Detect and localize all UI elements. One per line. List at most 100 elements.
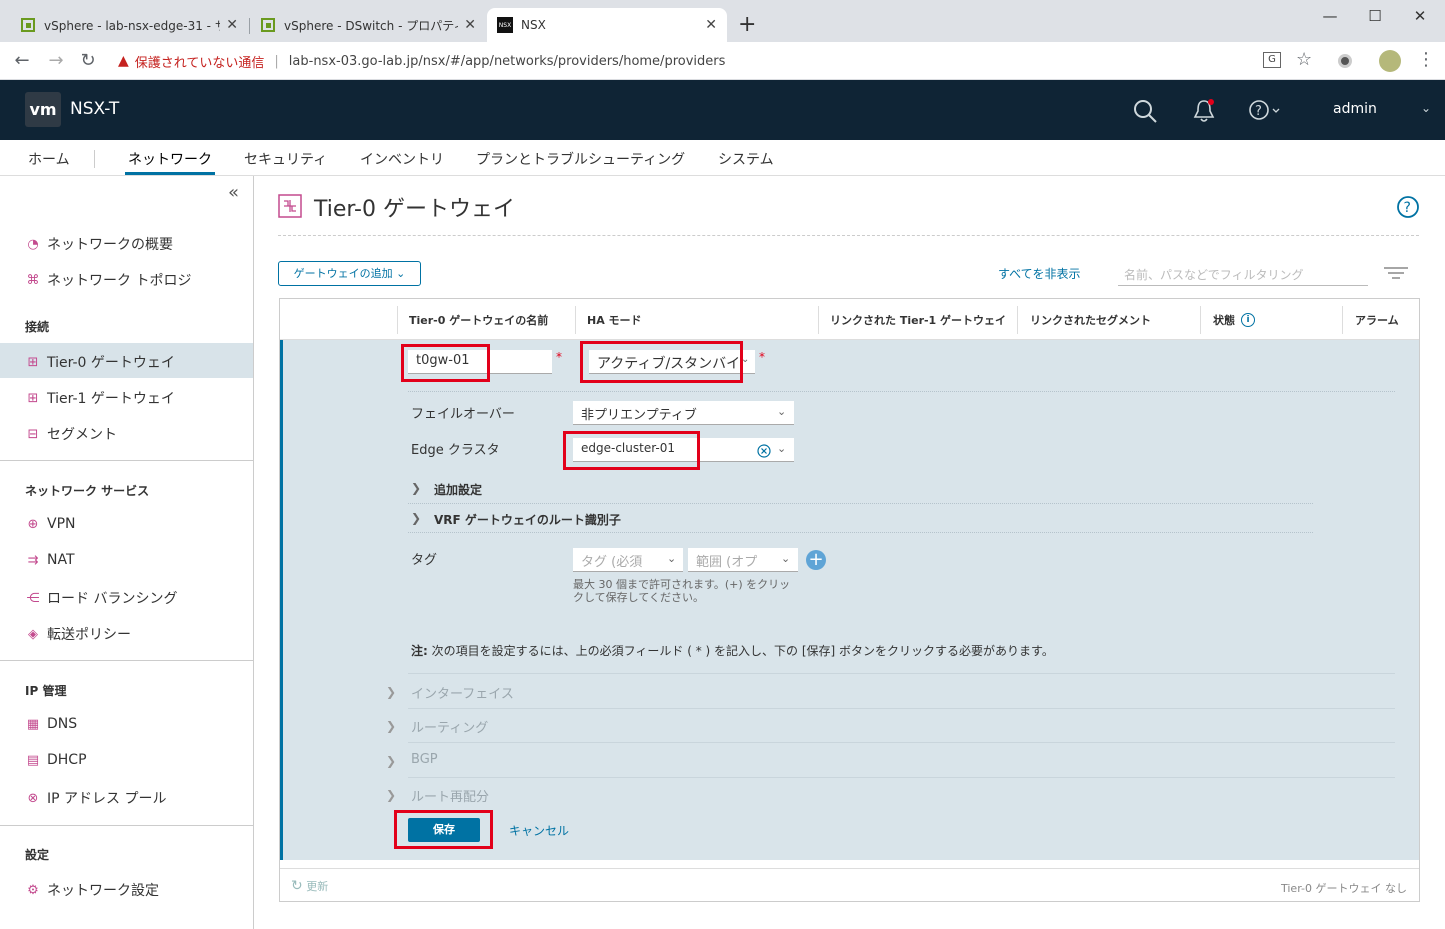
cancel-button[interactable]: キャンセル (509, 822, 569, 839)
column-header-linked-segments[interactable]: リンクされたセグメント (1030, 312, 1151, 328)
sidebar-item-topology[interactable]: ⌘ ネットワーク トポロジ (25, 270, 192, 290)
sidebar-item-dhcp[interactable]: ▤ DHCP (25, 752, 87, 768)
new-tab-button[interactable]: + (738, 12, 756, 37)
tab-system[interactable]: システム (718, 149, 774, 169)
column-header-alarms: アラーム (1355, 314, 1399, 327)
url-text[interactable]: lab-nsx-03.go-lab.jp/nsx/#/app/networks/… (289, 54, 726, 69)
back-icon[interactable]: ← (10, 50, 34, 71)
help-menu-icon[interactable]: ? (1249, 99, 1283, 125)
tab-home[interactable]: ホーム (28, 149, 70, 169)
browser-menu-icon[interactable]: ⋮ (1417, 49, 1435, 70)
sidebar-item-tier1[interactable]: ⊞ Tier-1 ゲートウェイ (25, 388, 175, 408)
sidebar-item-dns[interactable]: ▦ DNS (25, 716, 77, 732)
chevron-down-icon: ⌄ (781, 552, 791, 565)
vmware-logo: vm (25, 92, 61, 127)
sidebar-item-tier0[interactable]: ⊞ Tier-0 ゲートウェイ (25, 352, 175, 372)
sidebar-item-overview[interactable]: ◔ ネットワークの概要 (25, 234, 173, 254)
profile-avatar[interactable] (1379, 50, 1401, 72)
close-window-button[interactable]: ✕ (1400, 4, 1440, 30)
tab-networking[interactable]: ネットワーク (128, 149, 212, 169)
status-info-icon[interactable]: i (1241, 313, 1255, 327)
chevron-right-icon[interactable]: ❯ (411, 511, 421, 525)
chevron-down-icon: ⌄ (777, 405, 787, 418)
sidebar-section-settings: 設定 (25, 848, 50, 862)
row-divider (408, 673, 1395, 674)
column-header-linked-tier1[interactable]: リンクされた Tier-1 ゲートウェイ (830, 312, 1006, 328)
omnibox[interactable]: ▲ 保護されていない通信 | lab-nsx-03.go-lab.jp/nsx/… (108, 47, 1328, 75)
vrf-route-distinguisher-toggle[interactable]: VRF ゲートウェイのルート識別子 (434, 511, 621, 528)
active-tab-indicator (125, 172, 215, 175)
tab-close-icon[interactable]: ✕ (226, 17, 238, 33)
notification-bell-icon[interactable] (1192, 98, 1216, 128)
tab-close-icon[interactable]: ✕ (464, 17, 476, 33)
sidebar-item-ip-pools[interactable]: ⊗ IP アドレス プール (25, 788, 167, 808)
sidebar-item-nat[interactable]: ⇉ NAT (25, 552, 75, 568)
translate-icon[interactable]: G (1263, 52, 1281, 68)
add-gateway-button[interactable]: ゲートウェイの追加 ⌄ (278, 261, 421, 286)
vsphere-favicon-icon (20, 17, 36, 33)
settings-icon: ⚙ (27, 882, 39, 898)
tab-inventory[interactable]: インベントリ (360, 149, 444, 169)
forward-icon[interactable]: → (44, 50, 68, 71)
user-menu[interactable]: admin (1333, 101, 1377, 117)
refresh-button[interactable]: ↻ 更新 (291, 878, 328, 894)
row-divider (408, 708, 1395, 709)
additional-settings-toggle[interactable]: 追加設定 (434, 481, 482, 498)
user-chevron-down-icon[interactable]: ⌄ (1421, 101, 1431, 115)
svg-text:?: ? (1404, 200, 1411, 216)
chevron-right-icon[interactable]: ❯ (411, 481, 421, 495)
sidebar-item-forwarding-policy[interactable]: ◈ 転送ポリシー (25, 624, 131, 644)
svg-text:?: ? (1255, 104, 1262, 119)
clear-icon[interactable] (757, 443, 771, 462)
sidebar-section-ip-management: IP 管理 (25, 684, 67, 698)
tab-plan-troubleshoot[interactable]: プランとトラブルシューティング (476, 149, 685, 169)
help-icon[interactable]: ? (1396, 195, 1420, 223)
sidebar-item-vpn[interactable]: ⊕ VPN (25, 516, 76, 532)
route-redistribution-section: ルート再配分 (411, 790, 490, 805)
forwarding-policy-icon: ◈ (28, 626, 38, 642)
row-divider (408, 777, 1395, 778)
security-warning[interactable]: 保護されていない通信 (135, 52, 265, 71)
chevron-right-icon: ❯ (386, 719, 397, 733)
sidebar-collapse-icon[interactable]: « (228, 182, 239, 203)
minimize-button[interactable]: — (1310, 4, 1350, 30)
sidebar-item-load-balancing[interactable]: ⋲ ロード バランシング (25, 588, 178, 608)
row-divider (408, 532, 1313, 533)
nsx-favicon-icon: NSX (497, 17, 513, 33)
tier0-gateway-icon: ⊞ (27, 354, 39, 370)
routing-section: ルーティング (411, 721, 489, 736)
interfaces-section: インターフェイス (411, 687, 514, 702)
column-header-ha-mode[interactable]: HA モード (587, 312, 642, 328)
highlight-box-ha-mode (580, 341, 743, 383)
chevron-right-icon: ❯ (386, 685, 397, 699)
maximize-button[interactable]: ☐ (1355, 4, 1395, 30)
column-header-status[interactable]: 状態 (1213, 312, 1235, 328)
browser-tab-vsphere-edge[interactable]: vSphere - lab-nsx-edge-31 - サマ ✕ (10, 8, 248, 42)
edge-cluster-label: Edge クラスタ (411, 443, 500, 458)
filter-input[interactable]: 名前、パスなどでフィルタリング (1118, 262, 1368, 286)
dns-icon: ▦ (26, 716, 40, 732)
collapse-all-link[interactable]: すべてを非表示 (998, 265, 1080, 282)
extension-icon[interactable] (1338, 54, 1352, 68)
grid-status-text: Tier-0 ゲートウェイ なし (1281, 882, 1407, 895)
sidebar-divider (0, 825, 254, 826)
browser-tab-vsphere-dswitch[interactable]: vSphere - DSwitch - プロパティ ✕ (250, 8, 486, 42)
tag-label: タグ (411, 553, 438, 568)
gauge-icon: ◔ (27, 236, 39, 252)
filter-menu-icon[interactable] (1384, 265, 1408, 284)
reload-icon[interactable]: ↻ (76, 50, 100, 71)
col-divider (1342, 306, 1343, 334)
sidebar-item-segments[interactable]: ⊟ セグメント (25, 424, 117, 444)
browser-tab-nsx[interactable]: NSX NSX ✕ (487, 8, 727, 42)
vpn-icon: ⊕ (27, 516, 39, 532)
column-header-name[interactable]: Tier-0 ゲートウェイの名前 (409, 312, 548, 328)
search-icon[interactable] (1133, 99, 1157, 127)
add-tag-icon[interactable]: + (806, 550, 826, 570)
bookmark-star-icon[interactable]: ☆ (1296, 49, 1312, 70)
tab-security[interactable]: セキュリティ (244, 149, 327, 169)
col-divider (1017, 306, 1018, 334)
sidebar-item-network-settings[interactable]: ⚙ ネットワーク設定 (25, 880, 159, 900)
tab-close-icon[interactable]: ✕ (705, 17, 717, 33)
highlight-box-edge-cluster (563, 431, 700, 470)
failover-select[interactable]: 非プリエンプティブ (573, 401, 794, 425)
